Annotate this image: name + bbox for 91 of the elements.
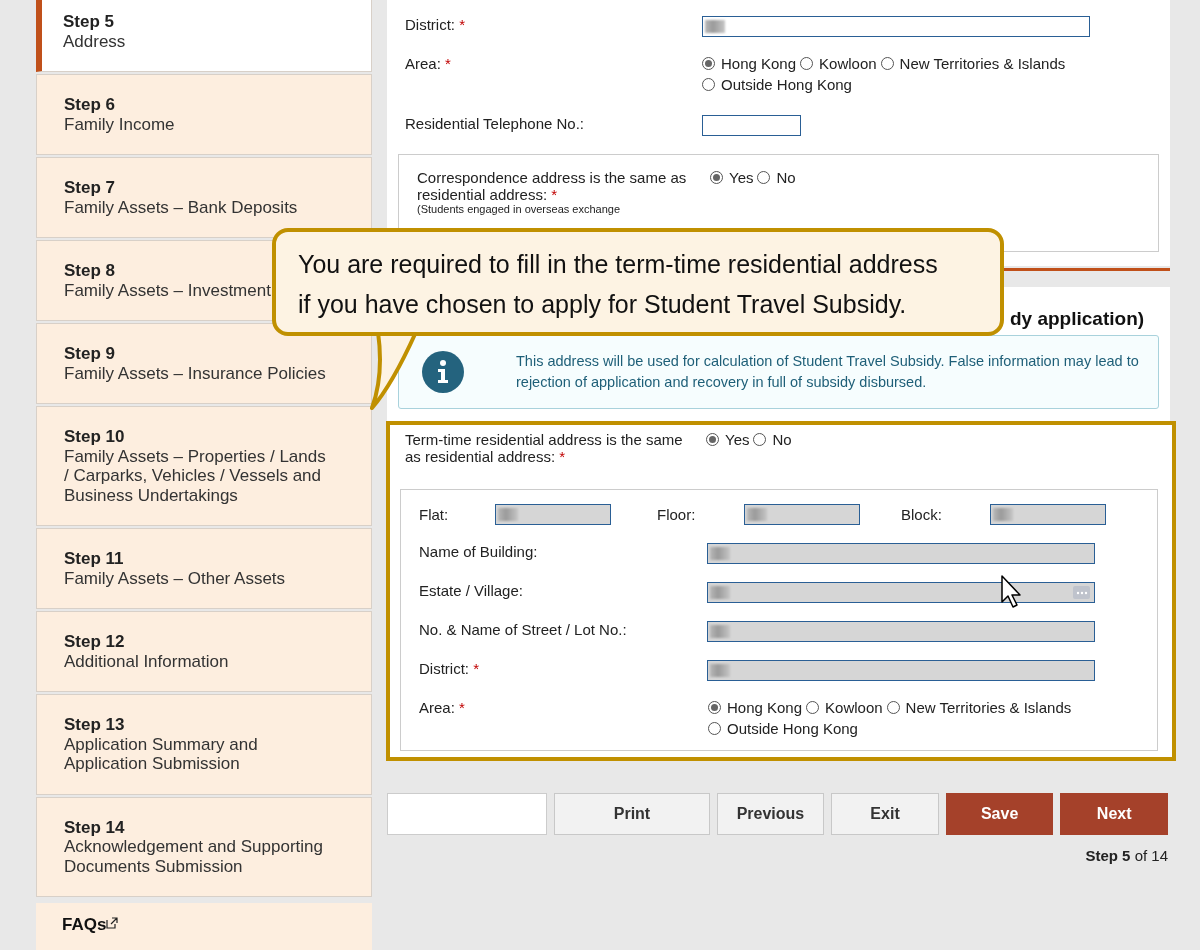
field-label: District: * bbox=[419, 660, 480, 677]
sidebar-item[interactable]: Step 10 Family Assets – Properties / Lands / Carparks, Vehicles / Vessels and Business Undertakings bbox=[36, 406, 372, 526]
step-number: Step 10 bbox=[64, 427, 125, 447]
field-label: Correspondence address is the same as residential address: * bbox=[417, 169, 688, 203]
step-title: Address bbox=[63, 31, 126, 51]
option-label: New Territories & Islands bbox=[899, 55, 1066, 72]
step-total: of 14 bbox=[1134, 847, 1168, 864]
step-number: Step 9 bbox=[64, 344, 116, 364]
step-title: Acknowledgement and Supporting Documents Submission bbox=[64, 837, 324, 876]
redacted-value bbox=[710, 586, 730, 599]
info-text: This address will be used for calculation of Student Travel Subsidy. False information may lead to rejection of application and recovery in full of subsidy disbursed. bbox=[516, 352, 1140, 392]
radio-button[interactable] bbox=[710, 171, 723, 184]
sidebar-item[interactable]: Step 6 Family Income bbox=[36, 74, 372, 155]
option-label: Kowloon bbox=[825, 699, 883, 716]
info-icon bbox=[421, 350, 465, 394]
option-label: Hong Kong bbox=[727, 699, 803, 716]
field-label: Floor: bbox=[657, 506, 697, 523]
step-title: Family Assets – Other Assets bbox=[64, 568, 286, 588]
action-button[interactable]: Exit bbox=[831, 793, 939, 835]
action-button[interactable]: Save bbox=[945, 793, 1054, 835]
option-label: Yes bbox=[725, 431, 750, 448]
step-number: Step 7 bbox=[64, 178, 116, 198]
option-label: No bbox=[772, 431, 792, 448]
redacted-value bbox=[498, 508, 518, 521]
option-label: Outside Hong Kong bbox=[727, 720, 858, 737]
step-title: Family Assets – Investment bbox=[64, 280, 271, 300]
option-label: Hong Kong bbox=[721, 55, 797, 72]
radio-button[interactable] bbox=[806, 701, 820, 714]
field-label: Name of Building: bbox=[419, 543, 539, 560]
option-label: No bbox=[776, 169, 796, 186]
radio-button[interactable] bbox=[753, 433, 767, 446]
sidebar-item[interactable]: Step 5 Address bbox=[36, 0, 372, 72]
more-icon bbox=[1075, 590, 1088, 595]
step-number: Step 14 bbox=[64, 817, 125, 837]
field-label: No. & Name of Street / Lot No.: bbox=[419, 621, 628, 638]
field-label: Estate / Village: bbox=[419, 582, 524, 599]
action-button[interactable]: Next bbox=[1060, 793, 1168, 835]
sidebar-item[interactable]: Step 13 Application Summary and Application Submission bbox=[36, 694, 372, 795]
sidebar-item[interactable]: Step 11 Family Assets – Other Assets bbox=[36, 528, 372, 609]
step-number: Step 13 bbox=[64, 715, 125, 735]
step-number: Step 8 bbox=[64, 261, 116, 281]
step-title: Family Income bbox=[64, 114, 175, 134]
action-button[interactable]: Print bbox=[554, 793, 710, 835]
radio-button[interactable] bbox=[702, 57, 715, 70]
option-label: Yes bbox=[729, 169, 754, 186]
text-field[interactable] bbox=[702, 16, 1090, 37]
redacted-value bbox=[993, 508, 1013, 521]
radio-button[interactable] bbox=[886, 701, 900, 714]
step-title: Application Summary and Application Submission bbox=[64, 734, 259, 774]
cursor-icon bbox=[1001, 575, 1023, 609]
field-note: (Students engaged in overseas exchange bbox=[417, 203, 622, 216]
faq-link[interactable]: FAQs bbox=[62, 915, 107, 935]
text-field[interactable] bbox=[702, 115, 801, 136]
radio-button[interactable] bbox=[757, 171, 771, 184]
step-number: Step 5 bbox=[63, 12, 115, 32]
redacted-value bbox=[710, 547, 730, 560]
radio-button[interactable] bbox=[706, 433, 719, 446]
step-title: Family Assets – Properties / Lands / Carparks, Vehicles / Vessels and Business Undertakings bbox=[64, 446, 327, 505]
field-label: Term-time residential address is the same as residential address: * bbox=[405, 431, 684, 465]
section-heading: dy application) bbox=[1009, 307, 1146, 331]
option-label: Kowloon bbox=[819, 55, 877, 72]
step-title: Family Assets – Insurance Policies bbox=[64, 363, 326, 383]
radio-button[interactable] bbox=[708, 722, 721, 735]
option-label: New Territories & Islands bbox=[905, 699, 1072, 716]
redacted-value bbox=[710, 664, 730, 677]
radio-button[interactable] bbox=[702, 78, 715, 91]
step-number: Step 12 bbox=[64, 632, 125, 652]
option-label: Outside Hong Kong bbox=[721, 76, 852, 93]
field-label: Flat: bbox=[419, 506, 450, 523]
field-label: Residential Telephone No.: bbox=[405, 115, 585, 132]
sidebar-item[interactable]: Step 7 Family Assets – Bank Deposits bbox=[36, 157, 372, 238]
radio-button[interactable] bbox=[800, 57, 814, 70]
sidebar-item[interactable]: Step 14 Acknowledgement and Supporting Documents Submission bbox=[36, 796, 372, 897]
step-number: Step 6 bbox=[64, 95, 116, 115]
redacted-value bbox=[747, 508, 767, 521]
sidebar-item[interactable]: Step 12 Additional Information bbox=[36, 611, 372, 692]
step-title: Additional Information bbox=[64, 651, 229, 671]
redacted-value bbox=[710, 625, 730, 638]
action-button[interactable]: Previous bbox=[716, 793, 825, 835]
field-label: Area: * bbox=[405, 55, 452, 72]
field-label: Block: bbox=[901, 506, 943, 523]
radio-button[interactable] bbox=[880, 57, 894, 70]
redacted-value bbox=[705, 20, 725, 33]
field-label: District: * bbox=[405, 16, 466, 33]
radio-button[interactable] bbox=[708, 701, 721, 714]
field-label: Area: * bbox=[419, 699, 466, 716]
step-title: Family Assets – Bank Deposits bbox=[64, 197, 298, 217]
sidebar-item[interactable]: Step 9 Family Assets – Insurance Policies bbox=[36, 323, 372, 404]
external-link-icon bbox=[106, 917, 119, 929]
step-current: Step 5 bbox=[1085, 847, 1131, 864]
step-number: Step 11 bbox=[64, 549, 124, 569]
